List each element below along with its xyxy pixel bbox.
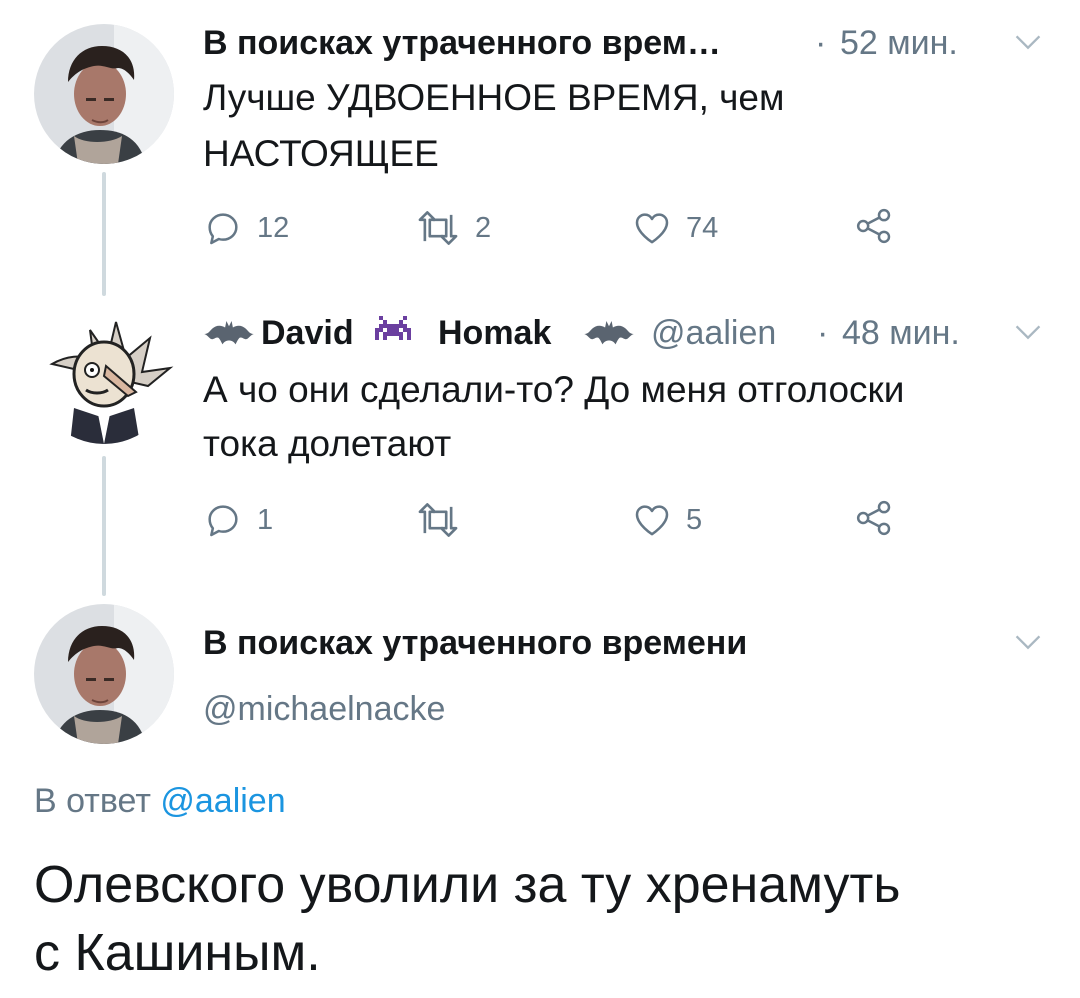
- tweet-text-line: А чо они сделали-то? До меня отголоски: [203, 369, 905, 410]
- like-icon: [632, 500, 672, 540]
- like-button[interactable]: 74: [632, 208, 718, 248]
- retweet-count: 2: [475, 211, 492, 244]
- avatar[interactable]: [34, 304, 174, 444]
- tweet-separator: ·: [815, 24, 827, 62]
- reply-count: 1: [257, 503, 274, 536]
- tweet-timestamp[interactable]: 52 мин.: [840, 24, 958, 63]
- main-tweet-text-line: Олевского уволили за ту хренамуть: [34, 856, 901, 914]
- avatar[interactable]: [34, 24, 174, 164]
- chevron-down-icon[interactable]: [1014, 634, 1042, 650]
- chevron-down-icon[interactable]: [1014, 324, 1042, 340]
- tweet-author-name[interactable]: В поисках утраченного врем…: [203, 24, 721, 63]
- main-tweet-author-name[interactable]: В поисках утраченного времени: [203, 624, 747, 663]
- reply-icon: [203, 208, 243, 248]
- thread-line-1: [102, 172, 106, 296]
- reply-icon: [203, 500, 243, 540]
- bat-emoji-icon: [203, 318, 255, 350]
- chevron-down-icon[interactable]: [1014, 34, 1042, 50]
- share-icon: [854, 498, 894, 538]
- avatar[interactable]: [34, 604, 174, 744]
- like-button[interactable]: 5: [632, 500, 702, 540]
- main-tweet-handle[interactable]: @michaelnacke: [203, 690, 445, 729]
- thread-line-2: [102, 456, 106, 596]
- share-button[interactable]: [854, 206, 894, 246]
- share-icon: [854, 206, 894, 246]
- tweet-author-name-first[interactable]: David: [261, 314, 354, 353]
- tweet-timestamp[interactable]: 48 мин.: [842, 314, 960, 353]
- tweet-handle[interactable]: @aalien: [651, 314, 776, 353]
- space-invader-icon: [371, 314, 415, 350]
- retweet-button[interactable]: 2: [415, 208, 491, 248]
- bat-emoji-icon: [583, 318, 635, 350]
- reply-context: В ответ @aalien: [34, 782, 286, 821]
- like-count: 74: [686, 211, 719, 244]
- tweet-text-line: Лучше УДВОЕННОЕ ВРЕМЯ, чем: [203, 77, 785, 118]
- retweet-icon: [415, 208, 461, 248]
- like-count: 5: [686, 503, 703, 536]
- tweet-author-name-last[interactable]: Homak: [438, 314, 551, 353]
- retweet-button[interactable]: [415, 500, 475, 540]
- reply-count: 12: [257, 211, 290, 244]
- share-button[interactable]: [854, 498, 894, 538]
- retweet-icon: [415, 500, 461, 540]
- reply-context-prefix: В ответ: [34, 782, 151, 820]
- tweet-text-line: НАСТОЯЩЕЕ: [203, 133, 439, 174]
- reply-context-handle[interactable]: @aalien: [160, 782, 285, 820]
- main-tweet-text-line: с Кашиным.: [34, 924, 321, 982]
- reply-button[interactable]: 1: [203, 500, 273, 540]
- reply-button[interactable]: 12: [203, 208, 289, 248]
- tweet-separator: ·: [817, 314, 829, 352]
- like-icon: [632, 208, 672, 248]
- tweet-text-line: тока долетают: [203, 423, 452, 464]
